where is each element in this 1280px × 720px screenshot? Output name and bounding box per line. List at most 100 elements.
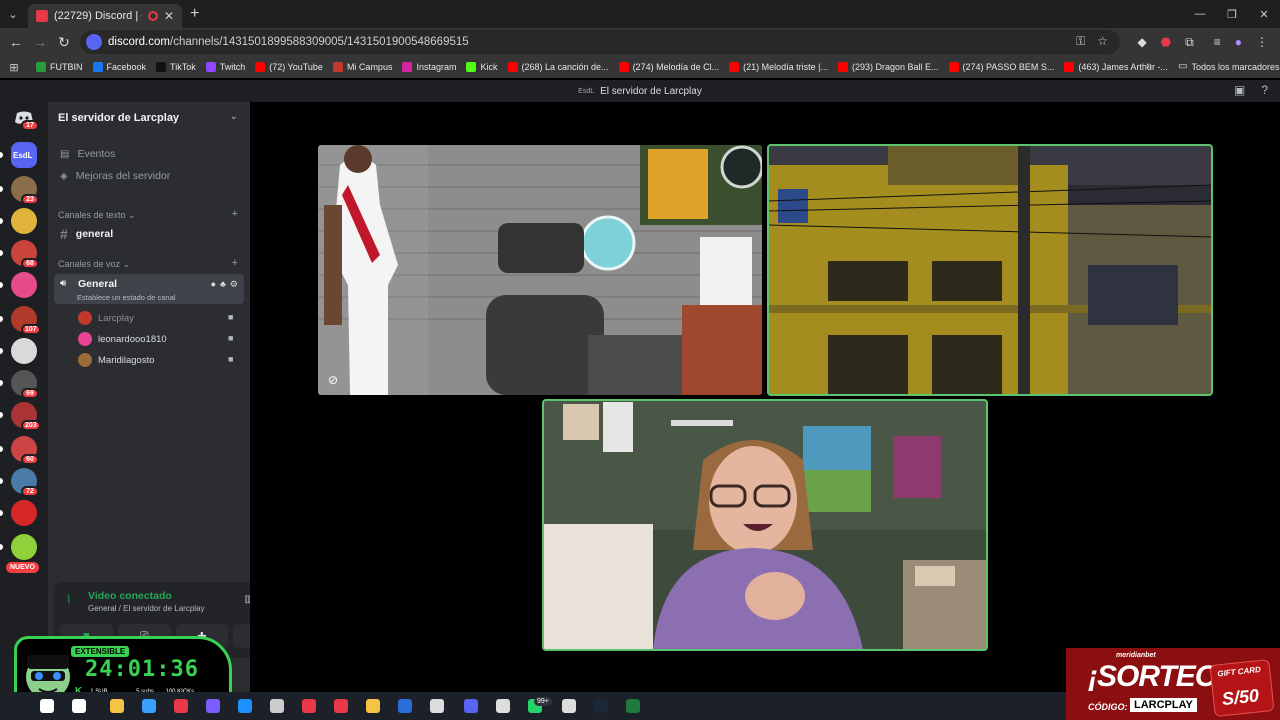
discord-icon[interactable] xyxy=(464,699,478,713)
folder-icon[interactable] xyxy=(366,699,380,713)
bookmark-item[interactable]: (463) James Arthur -... xyxy=(1064,62,1168,72)
chrome-icon[interactable] xyxy=(174,699,188,713)
outlook-icon[interactable] xyxy=(238,699,252,713)
bookmark-favicon-icon xyxy=(466,62,477,72)
apps-grid-icon[interactable]: ⊞ xyxy=(0,61,28,74)
bookmark-item[interactable]: (274) Melodía de Cl... xyxy=(618,62,719,72)
voice-channels-category[interactable]: Canales de voz ⌄ xyxy=(58,259,130,270)
video-tile-maridilagosto[interactable] xyxy=(542,399,988,651)
server-icon[interactable] xyxy=(11,534,37,560)
voice-channel-general[interactable]: 🔊︎ General Establece un estado de canal … xyxy=(54,274,244,304)
calculator-icon[interactable] xyxy=(562,699,576,713)
server-icon[interactable] xyxy=(11,272,37,298)
bookmark-item[interactable]: Instagram xyxy=(402,62,456,72)
gear-icon[interactable]: ⚙ xyxy=(230,279,238,290)
text-channels-category[interactable]: Canales de texto ⌄ xyxy=(58,210,136,221)
bookmark-label: Mi Campus xyxy=(346,62,393,72)
camera-on-icon: ■ xyxy=(228,312,234,322)
bookmark-item[interactable]: (72) YouTube xyxy=(255,62,323,72)
server-boosts-item[interactable]: ◈ Mejoras del servidor xyxy=(60,170,170,182)
connection-signal-icon[interactable]: ⌇ xyxy=(66,593,71,606)
app-icon[interactable] xyxy=(496,699,510,713)
hash-icon: # xyxy=(60,226,68,242)
extension-diamond-icon[interactable]: ◆ xyxy=(1137,35,1146,49)
giveaway-banner: meridianbet ¡SORTEO! CÓDIGO: LARCPLAY GI… xyxy=(1066,648,1280,720)
media-controls-icon[interactable]: ≡ xyxy=(1214,35,1221,49)
bookmark-item[interactable]: TikTok xyxy=(156,62,196,72)
browser-menu-icon[interactable]: ⋮ xyxy=(1256,35,1268,49)
restore-icon[interactable]: ❐ xyxy=(1216,0,1248,28)
server-menu-chevron-icon[interactable]: ⌄ xyxy=(230,111,238,122)
unread-pill xyxy=(0,186,3,192)
app-icon[interactable] xyxy=(334,699,348,713)
create-voice-channel-plus-icon[interactable]: + xyxy=(232,257,238,269)
server-icon[interactable] xyxy=(11,208,37,234)
app-icon[interactable] xyxy=(206,699,220,713)
create-text-channel-plus-icon[interactable]: + xyxy=(232,208,238,220)
server-mention-badge: 107 xyxy=(21,324,41,335)
server-name-header[interactable]: El servidor de Larcplay xyxy=(58,112,179,124)
password-key-icon[interactable]: ⚿ xyxy=(1076,34,1085,49)
speaker-icon: 🔊︎ xyxy=(60,278,67,289)
channel-status-prompt[interactable]: Establece un estado de canal xyxy=(77,293,175,302)
close-tab-icon[interactable]: ✕ xyxy=(164,9,174,23)
bookmark-item[interactable]: (21) Melodía triste |... xyxy=(729,62,828,72)
profile-avatar-icon[interactable]: ● xyxy=(1235,35,1242,49)
logitech-icon[interactable] xyxy=(430,699,444,713)
search-icon[interactable] xyxy=(40,699,54,713)
tab-title: (22729) Discord | General | El servidor … xyxy=(54,10,142,22)
chat-bubble-icon[interactable]: ● xyxy=(211,279,216,290)
video-tile-leonardooo1810[interactable] xyxy=(767,144,1213,396)
voice-category-label: Canales de voz xyxy=(58,259,121,269)
voice-member[interactable]: leonardooo1810 ■ xyxy=(78,332,233,346)
bookmark-item[interactable]: (274) PASSO BEM S... xyxy=(948,62,1054,72)
browser-tab-discord[interactable]: (22729) Discord | General | El servidor … xyxy=(28,4,182,28)
bookmark-item[interactable]: Facebook xyxy=(92,62,146,72)
minimize-icon[interactable]: — xyxy=(1184,0,1216,28)
app-icon[interactable] xyxy=(270,699,284,713)
tab-search-chevron-icon[interactable]: ⌄ xyxy=(0,0,26,28)
video-tile-larcplay[interactable]: ⊘ xyxy=(318,145,762,395)
excel-icon[interactable] xyxy=(626,699,640,713)
help-icon[interactable]: ? xyxy=(1261,83,1268,97)
folder-icon: ▭ xyxy=(1178,61,1188,72)
bookmark-item[interactable]: Mi Campus xyxy=(332,62,393,72)
events-item[interactable]: ▤ Eventos xyxy=(60,148,115,160)
site-info-icon[interactable] xyxy=(86,34,102,50)
invite-members-icon[interactable]: ♣ xyxy=(220,279,226,290)
close-window-icon[interactable]: ✕ xyxy=(1248,0,1280,28)
all-bookmarks-folder[interactable]: ▭ Todos los marcadores xyxy=(1178,61,1280,72)
inbox-icon[interactable]: ▣ xyxy=(1234,83,1245,97)
bookmark-item[interactable]: (268) La canción de... xyxy=(507,62,609,72)
channel-general-text[interactable]: # general xyxy=(60,226,113,242)
bookmark-label: Twitch xyxy=(219,62,246,72)
steam-icon[interactable] xyxy=(594,699,608,713)
back-arrow-icon[interactable]: ← xyxy=(4,28,28,56)
voice-location[interactable]: General / El servidor de Larcplay xyxy=(88,604,205,613)
unread-pill xyxy=(0,412,3,418)
explorer-icon[interactable] xyxy=(110,699,124,713)
word-icon[interactable] xyxy=(398,699,412,713)
reload-icon[interactable]: ↻ xyxy=(52,28,76,56)
bookmark-item[interactable]: Twitch xyxy=(205,62,246,72)
voice-member[interactable]: Maridilagosto ■ xyxy=(78,353,233,367)
voice-member[interactable]: Larcplay ■ xyxy=(78,311,233,325)
muted-mic-icon: ⊘ xyxy=(328,373,339,387)
address-bar[interactable]: discord.com/channels/1431501899588309005… xyxy=(80,30,1120,54)
new-servers-badge[interactable]: NUEVO xyxy=(6,562,39,573)
task-view-icon[interactable] xyxy=(72,699,86,713)
bookmark-item[interactable]: Kick xyxy=(466,62,498,72)
obs-icon[interactable] xyxy=(302,699,316,713)
bookmark-label: FUTBIN xyxy=(50,62,83,72)
extensions-puzzle-icon[interactable]: ⧉ xyxy=(1185,35,1194,50)
forward-arrow-icon[interactable]: → xyxy=(28,28,52,56)
server-icon[interactable] xyxy=(11,500,37,526)
more-bookmarks-chevron-icon[interactable]: » xyxy=(1146,60,1152,72)
bookmark-item[interactable]: (293) Dragon Ball E... xyxy=(837,62,939,72)
bookmark-star-icon[interactable]: ☆ xyxy=(1097,34,1108,49)
extension-shield-icon[interactable]: ⬣ xyxy=(1161,35,1171,49)
server-icon[interactable] xyxy=(11,338,37,364)
new-tab-plus-icon[interactable]: + xyxy=(190,5,199,23)
bookmark-item[interactable]: FUTBIN xyxy=(36,62,83,72)
edge-icon[interactable] xyxy=(142,699,156,713)
